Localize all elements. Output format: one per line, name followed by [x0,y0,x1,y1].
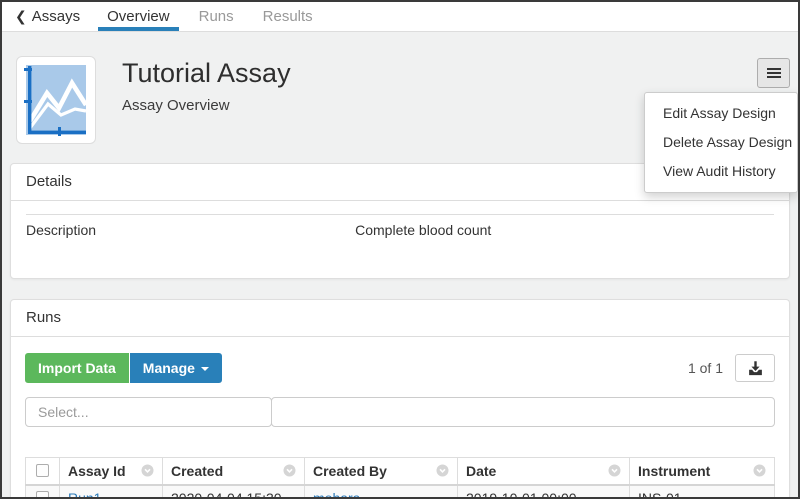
details-row-description: Description Complete blood count [26,215,774,246]
page-subtitle: Assay Overview [122,97,291,114]
chevron-circle-icon[interactable] [436,464,449,477]
details-panel-body: Description Complete blood count [11,201,789,278]
assay-menu: Edit Assay Design Delete Assay Design Vi… [757,56,790,144]
column-label: Date [466,463,604,479]
caret-down-icon [201,367,209,371]
nav-back-assays[interactable]: ❮ Assays [15,2,80,31]
column-label: Created By [313,463,432,479]
details-table: Description Complete blood count [26,214,774,245]
tab-overview[interactable]: Overview [98,2,179,31]
cell-created-by: mohara [305,485,458,499]
run-link[interactable]: Run1 [68,490,101,499]
grid-row-run1: Run1 2020-04-04 15:30 mohara 2019-10-01 … [26,485,775,499]
chevron-circle-icon[interactable] [141,464,154,477]
column-header-created-by[interactable]: Created By [305,458,458,485]
manage-button[interactable]: Manage [130,353,222,383]
row-checkbox[interactable] [36,491,49,499]
menu-item-view-audit-history[interactable]: View Audit History [645,157,797,186]
column-label: Instrument [638,463,749,479]
details-label: Description [26,215,355,246]
runs-toolbar: Import Data Manage 1 of 1 [25,353,775,383]
paging-text: 1 of 1 [688,360,723,376]
cell-date: 2019-10-01 00:00 [458,485,630,499]
export-button[interactable] [735,354,775,382]
filter-input-extension[interactable] [271,397,775,427]
select-all-checkbox[interactable] [36,464,49,477]
hamburger-menu-button[interactable] [757,58,790,88]
toolbar-right: 1 of 1 [688,354,775,382]
column-header-instrument[interactable]: Instrument [630,458,775,485]
column-label: Assay Id [68,463,137,479]
details-value: Complete blood count [355,215,774,246]
runs-grid: Assay Id Created Created By [25,457,775,499]
tab-runs-label: Runs [199,8,234,25]
page-title: Tutorial Assay [122,58,291,88]
manage-button-label: Manage [143,360,195,376]
menu-item-edit-assay-design[interactable]: Edit Assay Design [645,99,797,128]
grid-filter-select-input[interactable] [25,397,272,427]
assay-icon-card [16,56,96,144]
filter-row [25,397,775,427]
select-all-header [26,458,60,485]
runs-button-group: Import Data Manage [25,353,222,383]
runs-panel: Runs Import Data Manage 1 of 1 [10,299,790,499]
tab-results-label: Results [263,8,313,25]
column-header-assay-id[interactable]: Assay Id [60,458,163,485]
row-select-cell [26,485,60,499]
assay-menu-dropdown: Edit Assay Design Delete Assay Design Vi… [644,92,798,193]
chevron-circle-icon[interactable] [608,464,621,477]
app-window: ❮ Assays Overview Runs Results [0,0,800,499]
chevron-circle-icon[interactable] [753,464,766,477]
hamburger-icon [767,68,781,70]
top-nav: ❮ Assays Overview Runs Results [2,2,798,32]
chevron-left-icon: ❮ [15,8,27,25]
cell-created: 2020-04-04 15:30 [163,485,305,499]
nav-back-label: Assays [32,8,80,25]
tab-results[interactable]: Results [254,2,322,31]
download-icon [747,360,764,377]
column-header-created[interactable]: Created [163,458,305,485]
user-link[interactable]: mohara [313,490,360,499]
import-data-button[interactable]: Import Data [25,353,129,383]
tab-overview-label: Overview [107,8,170,25]
column-label: Created [171,463,279,479]
runs-panel-heading: Runs [11,300,789,337]
chevron-circle-icon[interactable] [283,464,296,477]
tab-runs[interactable]: Runs [190,2,243,31]
cell-instrument: INS-01 [630,485,775,499]
page-header: Tutorial Assay Assay Overview Edit Assay… [2,32,798,151]
line-chart-icon [24,64,88,137]
title-block: Tutorial Assay Assay Overview [122,56,291,144]
grid-header-row: Assay Id Created Created By [26,458,775,485]
column-header-date[interactable]: Date [458,458,630,485]
cell-assay-id: Run1 [60,485,163,499]
menu-item-delete-assay-design[interactable]: Delete Assay Design [645,128,797,157]
runs-panel-body: Import Data Manage 1 of 1 [11,337,789,499]
